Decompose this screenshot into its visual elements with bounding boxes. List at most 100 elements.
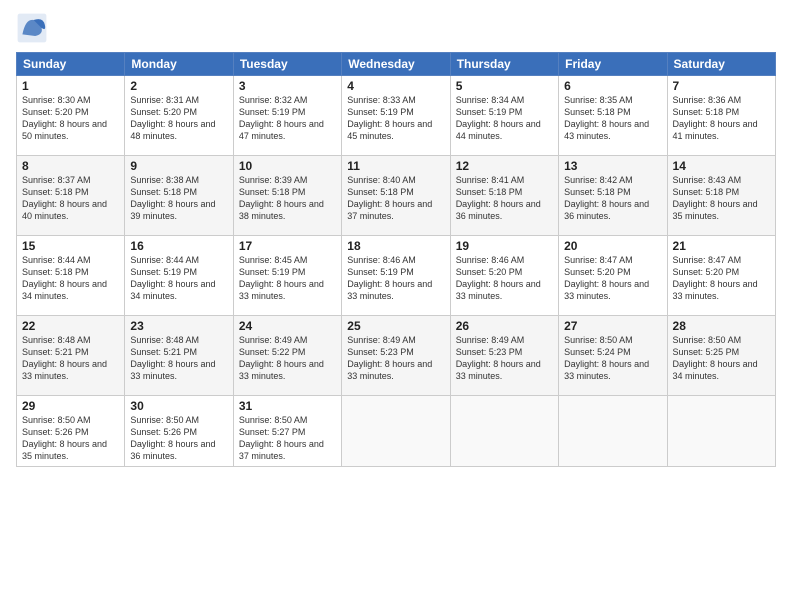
calendar-cell: 17Sunrise: 8:45 AMSunset: 5:19 PMDayligh… xyxy=(233,236,341,316)
day-number: 2 xyxy=(130,79,227,93)
day-info: Sunrise: 8:41 AMSunset: 5:18 PMDaylight:… xyxy=(456,174,553,223)
day-number: 28 xyxy=(673,319,770,333)
day-number: 10 xyxy=(239,159,336,173)
col-monday: Monday xyxy=(125,53,233,76)
calendar-cell: 2Sunrise: 8:31 AMSunset: 5:20 PMDaylight… xyxy=(125,76,233,156)
calendar-cell: 7Sunrise: 8:36 AMSunset: 5:18 PMDaylight… xyxy=(667,76,775,156)
calendar-cell xyxy=(667,396,775,467)
calendar-cell: 8Sunrise: 8:37 AMSunset: 5:18 PMDaylight… xyxy=(17,156,125,236)
day-number: 3 xyxy=(239,79,336,93)
calendar-table: Sunday Monday Tuesday Wednesday Thursday… xyxy=(16,52,776,467)
col-thursday: Thursday xyxy=(450,53,558,76)
day-info: Sunrise: 8:37 AMSunset: 5:18 PMDaylight:… xyxy=(22,174,119,223)
day-number: 24 xyxy=(239,319,336,333)
day-number: 15 xyxy=(22,239,119,253)
day-info: Sunrise: 8:38 AMSunset: 5:18 PMDaylight:… xyxy=(130,174,227,223)
day-number: 14 xyxy=(673,159,770,173)
calendar-cell: 28Sunrise: 8:50 AMSunset: 5:25 PMDayligh… xyxy=(667,316,775,396)
calendar-cell: 14Sunrise: 8:43 AMSunset: 5:18 PMDayligh… xyxy=(667,156,775,236)
calendar-cell: 29Sunrise: 8:50 AMSunset: 5:26 PMDayligh… xyxy=(17,396,125,467)
calendar-cell: 4Sunrise: 8:33 AMSunset: 5:19 PMDaylight… xyxy=(342,76,450,156)
calendar-cell: 11Sunrise: 8:40 AMSunset: 5:18 PMDayligh… xyxy=(342,156,450,236)
day-number: 18 xyxy=(347,239,444,253)
calendar-cell: 31Sunrise: 8:50 AMSunset: 5:27 PMDayligh… xyxy=(233,396,341,467)
day-number: 6 xyxy=(564,79,661,93)
day-info: Sunrise: 8:31 AMSunset: 5:20 PMDaylight:… xyxy=(130,94,227,143)
day-info: Sunrise: 8:49 AMSunset: 5:23 PMDaylight:… xyxy=(347,334,444,383)
col-sunday: Sunday xyxy=(17,53,125,76)
calendar-cell: 6Sunrise: 8:35 AMSunset: 5:18 PMDaylight… xyxy=(559,76,667,156)
day-info: Sunrise: 8:48 AMSunset: 5:21 PMDaylight:… xyxy=(22,334,119,383)
day-number: 13 xyxy=(564,159,661,173)
day-info: Sunrise: 8:45 AMSunset: 5:19 PMDaylight:… xyxy=(239,254,336,303)
day-info: Sunrise: 8:46 AMSunset: 5:19 PMDaylight:… xyxy=(347,254,444,303)
header xyxy=(16,12,776,44)
day-info: Sunrise: 8:43 AMSunset: 5:18 PMDaylight:… xyxy=(673,174,770,223)
day-number: 30 xyxy=(130,399,227,413)
col-saturday: Saturday xyxy=(667,53,775,76)
day-info: Sunrise: 8:50 AMSunset: 5:24 PMDaylight:… xyxy=(564,334,661,383)
day-number: 1 xyxy=(22,79,119,93)
calendar-cell xyxy=(342,396,450,467)
day-info: Sunrise: 8:47 AMSunset: 5:20 PMDaylight:… xyxy=(564,254,661,303)
col-friday: Friday xyxy=(559,53,667,76)
day-info: Sunrise: 8:33 AMSunset: 5:19 PMDaylight:… xyxy=(347,94,444,143)
col-wednesday: Wednesday xyxy=(342,53,450,76)
calendar-cell: 10Sunrise: 8:39 AMSunset: 5:18 PMDayligh… xyxy=(233,156,341,236)
day-number: 17 xyxy=(239,239,336,253)
calendar-cell: 22Sunrise: 8:48 AMSunset: 5:21 PMDayligh… xyxy=(17,316,125,396)
day-info: Sunrise: 8:46 AMSunset: 5:20 PMDaylight:… xyxy=(456,254,553,303)
day-info: Sunrise: 8:32 AMSunset: 5:19 PMDaylight:… xyxy=(239,94,336,143)
day-info: Sunrise: 8:50 AMSunset: 5:26 PMDaylight:… xyxy=(22,414,119,463)
calendar-cell: 1Sunrise: 8:30 AMSunset: 5:20 PMDaylight… xyxy=(17,76,125,156)
day-info: Sunrise: 8:44 AMSunset: 5:18 PMDaylight:… xyxy=(22,254,119,303)
calendar-cell: 5Sunrise: 8:34 AMSunset: 5:19 PMDaylight… xyxy=(450,76,558,156)
day-info: Sunrise: 8:50 AMSunset: 5:26 PMDaylight:… xyxy=(130,414,227,463)
day-number: 16 xyxy=(130,239,227,253)
calendar-cell: 15Sunrise: 8:44 AMSunset: 5:18 PMDayligh… xyxy=(17,236,125,316)
logo-icon xyxy=(16,12,48,44)
day-info: Sunrise: 8:44 AMSunset: 5:19 PMDaylight:… xyxy=(130,254,227,303)
calendar-cell xyxy=(450,396,558,467)
col-tuesday: Tuesday xyxy=(233,53,341,76)
calendar-cell: 3Sunrise: 8:32 AMSunset: 5:19 PMDaylight… xyxy=(233,76,341,156)
calendar-cell: 18Sunrise: 8:46 AMSunset: 5:19 PMDayligh… xyxy=(342,236,450,316)
day-info: Sunrise: 8:49 AMSunset: 5:23 PMDaylight:… xyxy=(456,334,553,383)
day-number: 19 xyxy=(456,239,553,253)
day-info: Sunrise: 8:42 AMSunset: 5:18 PMDaylight:… xyxy=(564,174,661,223)
calendar-cell: 23Sunrise: 8:48 AMSunset: 5:21 PMDayligh… xyxy=(125,316,233,396)
calendar-cell: 24Sunrise: 8:49 AMSunset: 5:22 PMDayligh… xyxy=(233,316,341,396)
calendar-cell: 26Sunrise: 8:49 AMSunset: 5:23 PMDayligh… xyxy=(450,316,558,396)
day-info: Sunrise: 8:50 AMSunset: 5:25 PMDaylight:… xyxy=(673,334,770,383)
day-number: 25 xyxy=(347,319,444,333)
day-number: 7 xyxy=(673,79,770,93)
calendar-cell xyxy=(559,396,667,467)
day-number: 21 xyxy=(673,239,770,253)
calendar-cell: 9Sunrise: 8:38 AMSunset: 5:18 PMDaylight… xyxy=(125,156,233,236)
day-number: 22 xyxy=(22,319,119,333)
day-number: 23 xyxy=(130,319,227,333)
day-info: Sunrise: 8:49 AMSunset: 5:22 PMDaylight:… xyxy=(239,334,336,383)
day-info: Sunrise: 8:47 AMSunset: 5:20 PMDaylight:… xyxy=(673,254,770,303)
day-number: 9 xyxy=(130,159,227,173)
calendar-header-row: Sunday Monday Tuesday Wednesday Thursday… xyxy=(17,53,776,76)
day-number: 8 xyxy=(22,159,119,173)
calendar-cell: 27Sunrise: 8:50 AMSunset: 5:24 PMDayligh… xyxy=(559,316,667,396)
day-number: 20 xyxy=(564,239,661,253)
day-number: 26 xyxy=(456,319,553,333)
day-number: 11 xyxy=(347,159,444,173)
logo xyxy=(16,12,52,44)
day-info: Sunrise: 8:39 AMSunset: 5:18 PMDaylight:… xyxy=(239,174,336,223)
day-number: 31 xyxy=(239,399,336,413)
day-number: 12 xyxy=(456,159,553,173)
calendar-cell: 13Sunrise: 8:42 AMSunset: 5:18 PMDayligh… xyxy=(559,156,667,236)
day-info: Sunrise: 8:34 AMSunset: 5:19 PMDaylight:… xyxy=(456,94,553,143)
day-info: Sunrise: 8:48 AMSunset: 5:21 PMDaylight:… xyxy=(130,334,227,383)
day-info: Sunrise: 8:30 AMSunset: 5:20 PMDaylight:… xyxy=(22,94,119,143)
calendar-cell: 20Sunrise: 8:47 AMSunset: 5:20 PMDayligh… xyxy=(559,236,667,316)
calendar-cell: 19Sunrise: 8:46 AMSunset: 5:20 PMDayligh… xyxy=(450,236,558,316)
day-info: Sunrise: 8:35 AMSunset: 5:18 PMDaylight:… xyxy=(564,94,661,143)
day-number: 4 xyxy=(347,79,444,93)
day-info: Sunrise: 8:50 AMSunset: 5:27 PMDaylight:… xyxy=(239,414,336,463)
day-number: 5 xyxy=(456,79,553,93)
